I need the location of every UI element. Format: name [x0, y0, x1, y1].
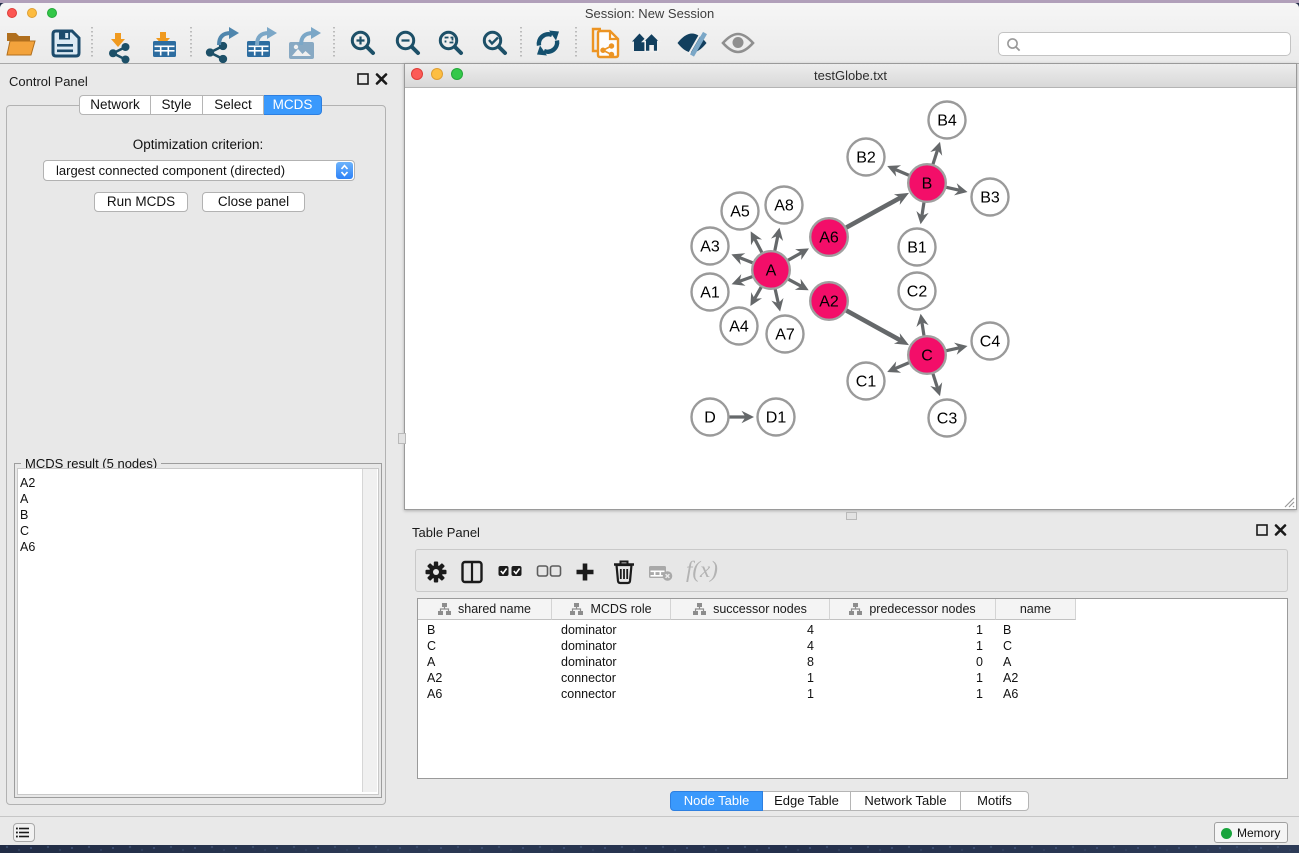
svg-text:A8: A8	[774, 198, 794, 215]
svg-text:A: A	[766, 263, 777, 280]
svg-text:B3: B3	[980, 190, 1000, 207]
svg-text:C: C	[921, 348, 933, 365]
svg-text:D: D	[704, 410, 716, 427]
svg-text:B2: B2	[856, 150, 876, 167]
svg-text:C4: C4	[980, 334, 1001, 351]
svg-text:A5: A5	[730, 204, 750, 221]
svg-text:A2: A2	[819, 294, 839, 311]
svg-text:A3: A3	[700, 239, 720, 256]
svg-text:A4: A4	[729, 319, 749, 336]
svg-text:C2: C2	[907, 284, 928, 301]
svg-text:D1: D1	[766, 410, 787, 427]
svg-text:A7: A7	[775, 327, 795, 344]
svg-text:C1: C1	[856, 374, 877, 391]
svg-text:C3: C3	[937, 411, 958, 428]
svg-text:B: B	[922, 176, 933, 193]
svg-text:A6: A6	[819, 230, 839, 247]
svg-text:A1: A1	[700, 285, 720, 302]
svg-text:B4: B4	[937, 113, 957, 130]
svg-text:B1: B1	[907, 240, 927, 257]
